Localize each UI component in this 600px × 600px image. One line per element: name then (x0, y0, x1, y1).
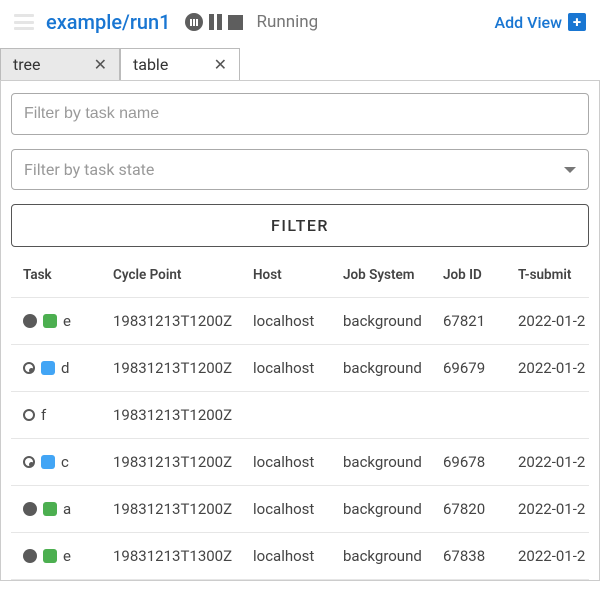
cell-host: localhost (253, 500, 343, 518)
task-cell: e (23, 312, 113, 330)
plus-icon: + (568, 13, 586, 31)
cell-system: background (343, 453, 443, 471)
table-panel: Filter by task state FILTER Task Cycle P… (0, 81, 600, 581)
cell-host: localhost (253, 312, 343, 330)
col-cycle[interactable]: Cycle Point (113, 267, 253, 283)
cell-jobid: 69679 (443, 359, 518, 377)
task-state-icon[interactable] (23, 456, 35, 468)
task-name: f (41, 406, 46, 424)
workflow-breadcrumb[interactable]: example/run1 (46, 10, 171, 34)
task-name: e (63, 312, 71, 330)
cell-system: background (343, 500, 443, 518)
task-cell: f (23, 406, 113, 424)
job-state-icon[interactable] (43, 314, 57, 328)
tab-tree[interactable]: tree ✕ (0, 48, 120, 80)
task-name: e (63, 547, 71, 565)
cell-cycle: 19831213T1200Z (113, 406, 253, 424)
job-state-icon[interactable] (41, 455, 55, 469)
cell-host: localhost (253, 359, 343, 377)
job-state-icon[interactable] (41, 361, 55, 375)
task-state-icon[interactable] (23, 502, 37, 516)
task-cell: a (23, 500, 113, 518)
col-host[interactable]: Host (253, 267, 343, 283)
task-name: a (63, 500, 71, 518)
filter-name-input[interactable] (11, 93, 589, 135)
cell-host: localhost (253, 453, 343, 471)
menu-icon[interactable] (14, 14, 34, 30)
add-view-button[interactable]: Add View + (495, 13, 586, 32)
workflow-status: Running (257, 12, 319, 32)
col-tsubmit[interactable]: T-submit (518, 267, 600, 283)
cell-tsubmit: 2022-01-2 (518, 453, 600, 471)
task-cell: e (23, 547, 113, 565)
filter-state-placeholder: Filter by task state (24, 160, 154, 179)
cell-system: background (343, 312, 443, 330)
cell-jobid: 67838 (443, 547, 518, 565)
cell-cycle: 19831213T1300Z (113, 547, 253, 565)
stop-icon[interactable] (228, 15, 243, 30)
task-table: Task Cycle Point Host Job System Job ID … (11, 257, 589, 581)
job-state-icon[interactable] (43, 502, 57, 516)
table-row[interactable]: c19831213T1200Zlocalhostbackground696782… (11, 438, 589, 485)
cell-tsubmit: 2022-01-2 (518, 312, 600, 330)
col-jobid[interactable]: Job ID (443, 267, 518, 283)
cell-host: localhost (253, 547, 343, 565)
table-row[interactable]: a19831213T1300Zlocalhostbackground678242… (11, 579, 589, 581)
tab-table[interactable]: table ✕ (120, 48, 240, 80)
tab-label: tree (13, 55, 40, 74)
cell-jobid: 67821 (443, 312, 518, 330)
cell-system: background (343, 547, 443, 565)
cell-jobid: 69678 (443, 453, 518, 471)
close-icon[interactable]: ✕ (214, 55, 227, 74)
workflow-controls (185, 13, 243, 31)
cell-cycle: 19831213T1200Z (113, 359, 253, 377)
table-row[interactable]: e19831213T1300Zlocalhostbackground678382… (11, 532, 589, 579)
task-state-icon[interactable] (23, 362, 35, 374)
chevron-down-icon (564, 167, 576, 173)
table-row[interactable]: e19831213T1200Zlocalhostbackground678212… (11, 297, 589, 344)
task-name: d (61, 359, 69, 377)
task-cell: d (23, 359, 113, 377)
table-row[interactable]: d19831213T1200Zlocalhostbackground696792… (11, 344, 589, 391)
task-cell: c (23, 453, 113, 471)
run-mode-icon[interactable] (185, 13, 203, 31)
app-header: example/run1 Running Add View + (0, 0, 600, 44)
cell-tsubmit: 2022-01-2 (518, 547, 600, 565)
task-state-icon[interactable] (23, 549, 37, 563)
table-row[interactable]: f 19831213T1200Z (11, 391, 589, 438)
table-row[interactable]: a19831213T1200Zlocalhostbackground678202… (11, 485, 589, 532)
filter-button[interactable]: FILTER (11, 204, 589, 247)
cell-cycle: 19831213T1200Z (113, 453, 253, 471)
cell-tsubmit: 2022-01-2 (518, 359, 600, 377)
cell-system: background (343, 359, 443, 377)
job-state-icon[interactable] (43, 549, 57, 563)
cell-cycle: 19831213T1200Z (113, 312, 253, 330)
col-system[interactable]: Job System (343, 267, 443, 283)
task-state-icon[interactable] (23, 409, 35, 421)
task-state-icon[interactable] (23, 314, 37, 328)
filter-state-select[interactable]: Filter by task state (11, 149, 589, 190)
table-header-row: Task Cycle Point Host Job System Job ID … (11, 257, 589, 297)
cell-jobid: 67820 (443, 500, 518, 518)
close-icon[interactable]: ✕ (94, 55, 107, 74)
cell-tsubmit: 2022-01-2 (518, 500, 600, 518)
add-view-label: Add View (495, 13, 562, 32)
task-name: c (61, 453, 69, 471)
cell-cycle: 19831213T1200Z (113, 500, 253, 518)
pause-icon[interactable] (209, 14, 222, 30)
tab-label: table (133, 55, 168, 74)
view-tabs: tree ✕ table ✕ (0, 48, 600, 81)
col-task[interactable]: Task (23, 267, 113, 283)
